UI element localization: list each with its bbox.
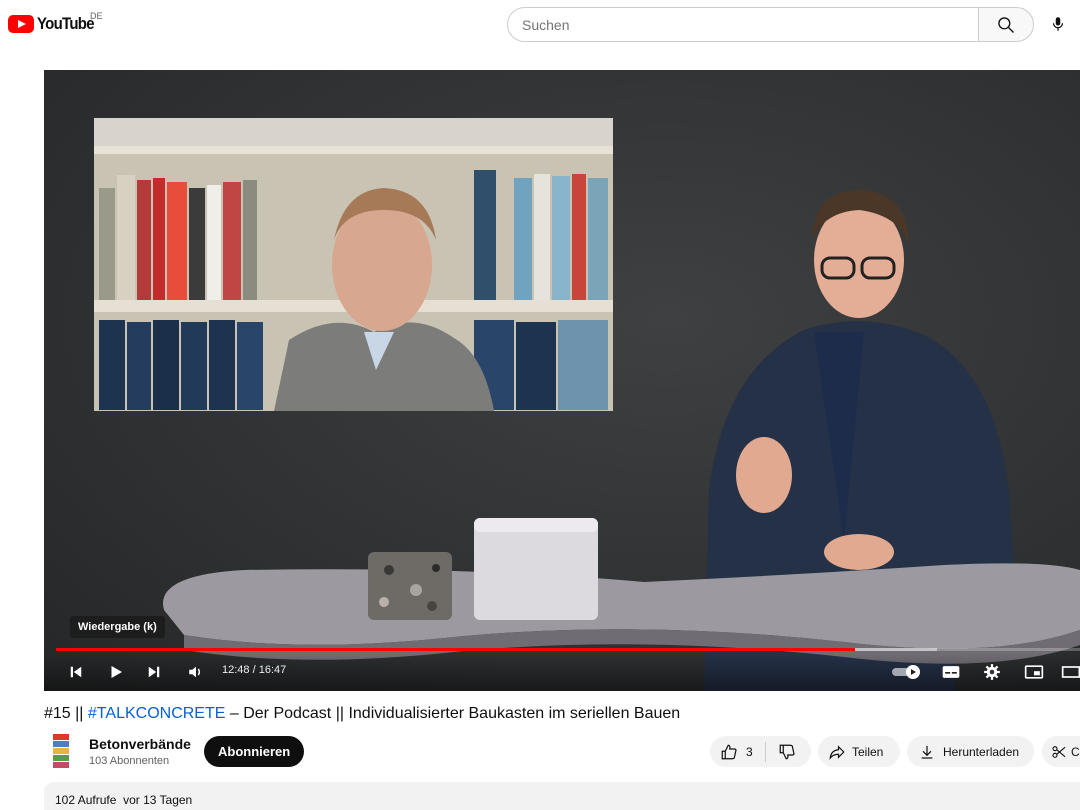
like-button[interactable]: 3: [710, 736, 753, 767]
share-button[interactable]: Teilen: [818, 736, 900, 767]
concrete-cube-white: [474, 518, 598, 620]
voice-search-button[interactable]: [1044, 10, 1072, 38]
play-tooltip: Wiedergabe (k): [70, 616, 165, 638]
gear-icon: [984, 664, 1000, 680]
subtitles-button[interactable]: [937, 658, 965, 686]
search-box: [507, 7, 979, 42]
logo-text: YouTube: [37, 14, 95, 33]
time-display: 12:48 / 16:47: [222, 664, 287, 676]
view-count: 102 Aufrufe: [55, 793, 117, 807]
time-current: 12:48: [222, 664, 250, 676]
download-icon: [921, 745, 933, 759]
progress-bar[interactable]: [56, 648, 1080, 651]
youtube-logo[interactable]: YouTube: [8, 14, 102, 34]
search-button[interactable]: [978, 7, 1034, 42]
video-player[interactable]: Wiedergabe (k) 12:48 / 16:47: [44, 70, 1080, 691]
time-total: 16:47: [258, 664, 287, 676]
autoplay-toggle[interactable]: [890, 658, 924, 686]
video-frame: [44, 70, 1080, 691]
subscribe-button[interactable]: Abonnieren: [204, 736, 305, 767]
scissors-icon: [1052, 745, 1066, 758]
thumbs-up-icon: [721, 744, 737, 759]
clip-button[interactable]: C: [1042, 736, 1080, 767]
autoplay-icon: [892, 665, 920, 679]
subtitles-icon: [942, 666, 960, 678]
share-icon: [829, 744, 845, 760]
youtube-play-icon: [8, 15, 34, 33]
theater-icon: [1061, 666, 1080, 678]
channel-name[interactable]: Betonverbände: [89, 736, 191, 752]
play-icon: [111, 666, 122, 678]
play-button[interactable]: [102, 658, 130, 686]
download-label: Herunterladen: [943, 744, 1020, 759]
theater-mode-button[interactable]: [1060, 658, 1080, 686]
like-dislike-group: 3: [710, 736, 811, 767]
microphone-icon: [1052, 17, 1064, 31]
volume-icon: [189, 666, 201, 678]
description-box[interactable]: 102 Aufrufe vor 13 Tagen: [44, 782, 1080, 810]
miniplayer-button[interactable]: [1020, 658, 1048, 686]
share-label: Teilen: [852, 744, 884, 759]
concrete-cube-small: [368, 552, 452, 620]
player-controls: 12:48 / 16:47: [44, 654, 1080, 691]
inset-video-window: [94, 118, 613, 411]
upload-date: vor 13 Tagen: [123, 793, 193, 807]
masthead: YouTube DE: [0, 0, 1080, 48]
progress-fill: [56, 648, 855, 651]
skip-previous-icon: [70, 666, 82, 678]
view-info: 102 Aufrufe vor 13 Tagen: [55, 793, 192, 807]
clip-label: C: [1071, 744, 1080, 759]
previous-button[interactable]: [62, 658, 90, 686]
miniplayer-icon: [1024, 665, 1044, 679]
volume-button[interactable]: [182, 658, 210, 686]
download-button[interactable]: Herunterladen: [907, 736, 1034, 767]
title-prefix: #15 ||: [44, 705, 88, 722]
skip-next-icon: [148, 666, 160, 678]
search-icon: [998, 16, 1014, 33]
channel-avatar[interactable]: [52, 733, 70, 769]
country-code: DE: [90, 11, 103, 21]
subscriber-count: 103 Abonnenten: [89, 755, 170, 767]
thumbs-down-icon: [779, 744, 795, 759]
video-title: #15 || #TALKCONCRETE – Der Podcast || In…: [44, 705, 680, 723]
settings-button[interactable]: [978, 658, 1006, 686]
like-count: 3: [746, 744, 753, 759]
search-input[interactable]: [508, 8, 979, 41]
dislike-button[interactable]: [766, 736, 796, 767]
hashtag-link[interactable]: #TALKCONCRETE: [88, 705, 226, 722]
next-button[interactable]: [140, 658, 168, 686]
title-rest: – Der Podcast || Individualisierter Bauk…: [225, 705, 681, 722]
